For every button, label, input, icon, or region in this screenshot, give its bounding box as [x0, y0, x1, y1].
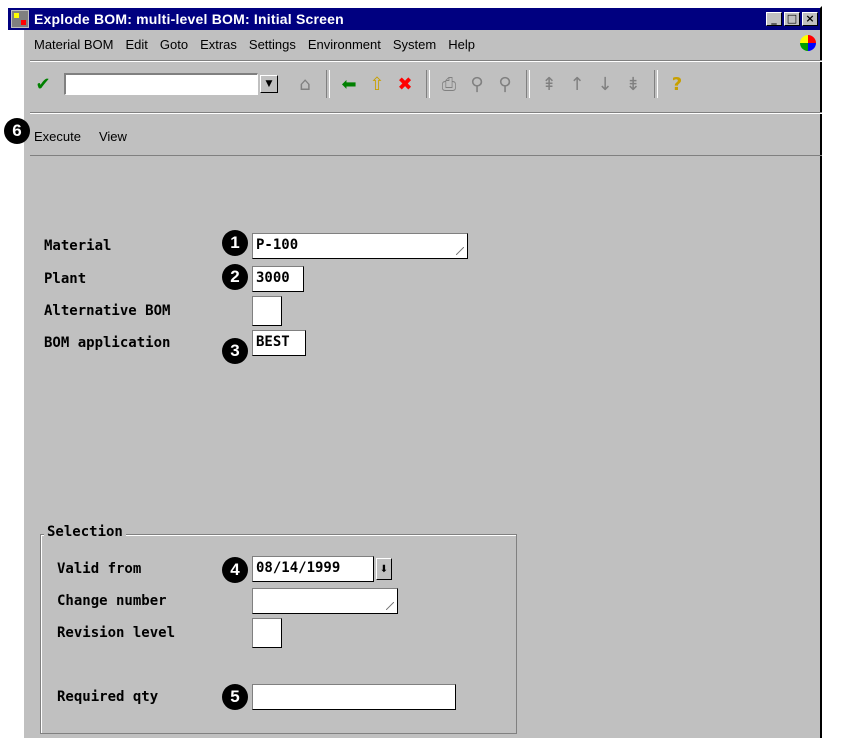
sap-logo-icon	[800, 35, 816, 51]
enter-check-icon[interactable]: ✔	[30, 71, 56, 97]
title-bar: Explode BOM: multi-level BOM: Initial Sc…	[8, 8, 820, 30]
plant-input[interactable]: 3000	[252, 266, 304, 292]
save-icon[interactable]: ⌂	[292, 71, 318, 97]
cancel-icon[interactable]: ✖	[392, 71, 418, 97]
menu-separator	[30, 60, 822, 62]
valid-from-label: Valid from	[57, 561, 142, 577]
standard-toolbar: ✔ ▼ ⌂ ⬅ ⇧ ✖ ⎙ ⚲ ⚲ ⇞ ↑ ↓ ⇟ ?	[30, 64, 820, 104]
plant-label: Plant	[44, 271, 87, 287]
minimize-button[interactable]: _	[766, 12, 782, 26]
print-icon[interactable]: ⎙	[436, 71, 462, 97]
sap-app-icon[interactable]	[11, 10, 29, 28]
callout-2: 2	[222, 264, 248, 290]
execute-button[interactable]: Execute	[34, 129, 81, 144]
alternative-bom-input[interactable]	[252, 296, 282, 326]
close-button[interactable]: ×	[802, 12, 818, 26]
help-icon[interactable]: ?	[664, 71, 690, 97]
callout-6: 6	[4, 118, 30, 144]
find-next-icon[interactable]: ⚲	[492, 71, 518, 97]
find-icon[interactable]: ⚲	[464, 71, 490, 97]
menu-material-bom[interactable]: Material BOM	[34, 37, 113, 52]
first-page-icon[interactable]: ⇞	[536, 71, 562, 97]
exit-icon[interactable]: ⇧	[364, 71, 390, 97]
command-dropdown-icon[interactable]: ▼	[260, 75, 278, 93]
toolbar-separator	[326, 70, 330, 98]
last-page-icon[interactable]: ⇟	[620, 71, 646, 97]
material-input[interactable]: P-100	[252, 233, 468, 259]
required-qty-input[interactable]	[252, 684, 456, 710]
selection-group-title: Selection	[44, 524, 126, 540]
application-toolbar: Execute View	[30, 117, 822, 156]
change-number-input[interactable]	[252, 588, 398, 614]
bom-application-label: BOM application	[44, 335, 171, 351]
alternative-bom-label: Alternative BOM	[44, 303, 171, 319]
toolbar-separator	[654, 70, 658, 98]
toolbar-separator-line	[30, 112, 822, 114]
callout-3: 3	[222, 338, 248, 364]
toolbar-separator	[526, 70, 530, 98]
menu-environment[interactable]: Environment	[308, 37, 381, 52]
callout-4: 4	[222, 557, 248, 583]
change-number-label: Change number	[57, 593, 167, 609]
next-page-icon[interactable]: ↓	[592, 71, 618, 97]
menu-extras[interactable]: Extras	[200, 37, 237, 52]
menu-system[interactable]: System	[393, 37, 436, 52]
menu-bar: Material BOM Edit Goto Extras Settings E…	[30, 32, 820, 56]
window-title: Explode BOM: multi-level BOM: Initial Sc…	[34, 11, 344, 27]
view-button[interactable]: View	[99, 129, 127, 144]
menu-help[interactable]: Help	[448, 37, 475, 52]
required-qty-label: Required qty	[57, 689, 159, 705]
command-field[interactable]	[64, 73, 258, 95]
back-icon[interactable]: ⬅	[336, 71, 362, 97]
valid-from-input[interactable]: 08/14/1999	[252, 556, 374, 582]
date-picker-arrow-icon[interactable]: ⬇	[376, 558, 392, 580]
previous-page-icon[interactable]: ↑	[564, 71, 590, 97]
menu-edit[interactable]: Edit	[125, 37, 147, 52]
menu-settings[interactable]: Settings	[249, 37, 296, 52]
revision-level-label: Revision level	[57, 625, 176, 641]
callout-5: 5	[222, 684, 248, 710]
revision-level-input[interactable]	[252, 618, 282, 648]
menu-goto[interactable]: Goto	[160, 37, 188, 52]
callout-1: 1	[222, 230, 248, 256]
toolbar-separator	[426, 70, 430, 98]
material-label: Material	[44, 238, 112, 254]
maximize-button[interactable]: □	[784, 12, 800, 26]
bom-application-input[interactable]: BEST	[252, 330, 306, 356]
